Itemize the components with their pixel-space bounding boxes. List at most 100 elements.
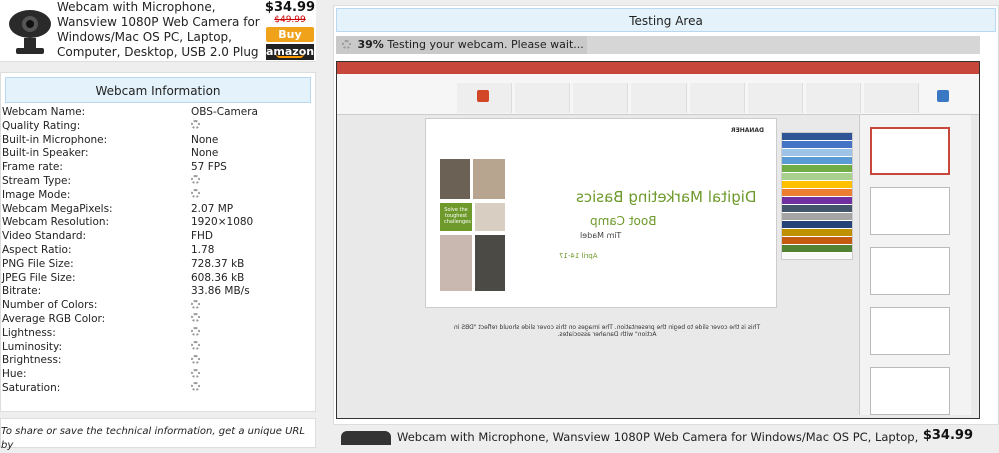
loading-icon — [191, 368, 200, 378]
info-label: Webcam Resolution: — [2, 216, 110, 229]
loading-icon — [191, 354, 200, 364]
info-row: Webcam MegaPixels: 2.07 MP — [1, 203, 317, 217]
ad-product-title[interactable]: Webcam with Microphone, Wansview 1080P W… — [57, 0, 262, 61]
product-ad[interactable]: Webcam with Microphone, Wansview 1080P W… — [0, 0, 316, 62]
info-row: Saturation: — [1, 382, 317, 396]
slide-title: Digital Marketing Basics — [575, 188, 756, 206]
slide-photo — [475, 235, 505, 291]
bottom-ad-title[interactable]: Webcam with Microphone, Wansview 1080P W… — [397, 430, 918, 444]
info-row: Aspect Ratio: 1.78 — [1, 244, 317, 258]
info-value — [191, 327, 200, 341]
slide-green-box: Solve the toughest challenges — [440, 203, 472, 231]
info-value: OBS-Camera — [191, 106, 258, 118]
info-row: JPEG File Size: 608.36 kB — [1, 272, 317, 286]
info-label: Video Standard: — [2, 230, 87, 243]
slide-subtitle: Boot Camp — [589, 214, 656, 228]
info-value — [191, 175, 200, 189]
slide-thumbnail — [870, 247, 950, 295]
info-value — [191, 313, 200, 327]
info-row: Luminosity: — [1, 341, 317, 355]
info-label: Quality Rating: — [2, 119, 81, 132]
info-label: Number of Colors: — [2, 299, 98, 312]
preview-ribbon — [337, 74, 979, 115]
loading-icon — [191, 120, 200, 130]
info-row: Average RGB Color: — [1, 313, 317, 327]
ad-price-box: $34.99 $49.99 Buy amazon — [264, 0, 316, 60]
info-row: Built-in Speaker: None — [1, 147, 317, 161]
loading-icon — [191, 189, 200, 199]
info-label: Aspect Ratio: — [2, 243, 72, 256]
info-label: Lightness: — [2, 326, 56, 339]
info-label: Hue: — [2, 368, 27, 381]
bottom-ad-price: $34.99 — [922, 428, 973, 443]
preview-slide: DANAHER Solve the toughest challenges Di… — [425, 118, 777, 308]
slide-photo — [440, 235, 472, 291]
info-row: Frame rate: 57 FPS — [1, 161, 317, 175]
info-row: PNG File Size: 728.37 kB — [1, 258, 317, 272]
info-value — [191, 341, 200, 355]
slide-thumbnail — [870, 127, 950, 175]
preview-window-titlebar — [337, 62, 979, 74]
info-value — [191, 354, 200, 368]
info-row: Video Standard: FHD — [1, 230, 317, 244]
info-row: Built-in Microphone: None — [1, 134, 317, 148]
left-column: Webcam with Microphone, Wansview 1080P W… — [0, 0, 316, 451]
info-row: Brightness: — [1, 354, 317, 368]
info-value: None — [191, 133, 219, 146]
info-label: Frame rate: — [2, 161, 63, 174]
info-value: 1920×1080 — [191, 216, 254, 229]
info-label: PNG File Size: — [2, 257, 74, 270]
loading-icon — [191, 175, 200, 185]
info-row: Bitrate: 33.86 MB/s — [1, 285, 317, 299]
loading-icon — [191, 313, 200, 323]
slide-photo — [473, 159, 505, 199]
loading-icon — [191, 299, 200, 309]
progress-status: Testing your webcam. Please wait... — [387, 38, 584, 51]
slide-date: April 14-17 — [559, 252, 598, 260]
webcam-preview: DANAHER Solve the toughest challenges Di… — [336, 61, 980, 419]
info-label: Image Mode: — [2, 188, 71, 201]
slide-photo — [440, 159, 470, 199]
info-value: FHD — [191, 230, 214, 243]
info-value: 33.86 MB/s — [191, 285, 250, 298]
info-label: Average RGB Color: — [2, 312, 106, 325]
info-label: Built-in Microphone: — [2, 133, 108, 146]
buy-button[interactable]: Buy — [266, 27, 314, 42]
info-row: Image Mode: — [1, 189, 317, 203]
info-label: Stream Type: — [2, 174, 71, 187]
webcam-info-table: Webcam Name: OBS-Camera Quality Rating: Bui… — [1, 106, 317, 396]
info-value: 728.37 kB — [191, 257, 245, 270]
progress-bar: 39% Testing your webcam. Please wait... — [336, 36, 980, 54]
info-label: JPEG File Size: — [2, 271, 76, 284]
loading-icon — [342, 39, 351, 49]
info-value — [191, 299, 200, 313]
info-row: Hue: — [1, 368, 317, 382]
office-icon — [477, 90, 489, 102]
slide-thumbnail — [870, 367, 950, 415]
ribbon-groups — [457, 83, 919, 113]
info-value: 57 FPS — [191, 161, 227, 174]
info-value — [191, 120, 200, 134]
progress-percent: 39% — [357, 38, 384, 51]
info-label: Built-in Speaker: — [2, 147, 89, 160]
logo-text: DANAHER — [730, 127, 764, 134]
loading-icon — [191, 327, 200, 337]
share-note: To share or save the technical informati… — [0, 418, 316, 451]
slide-thumbnails — [859, 115, 971, 415]
webcam-info-panel: Webcam Information Webcam Name: OBS-Camer… — [0, 72, 316, 412]
testing-panel: Testing Area 39% Testing your webcam. Pl… — [333, 5, 999, 425]
slide-thumbnail — [870, 307, 950, 355]
info-row: Number of Colors: — [1, 299, 317, 313]
info-label: Webcam MegaPixels: — [2, 202, 113, 215]
right-column: Testing Area 39% Testing your webcam. Pl… — [333, 0, 999, 445]
info-label: Saturation: — [2, 381, 61, 394]
info-row: Stream Type: — [1, 175, 317, 189]
ad-price: $34.99 — [264, 0, 316, 15]
bottom-product-ad[interactable]: Webcam with Microphone, Wansview 1080P W… — [333, 425, 999, 445]
danaher-logo: DANAHER — [731, 127, 764, 134]
info-value — [191, 368, 200, 382]
webcam-info-title: Webcam Information — [5, 77, 311, 103]
ad-old-price: $49.99 — [274, 15, 306, 25]
info-label: Bitrate: — [2, 285, 42, 298]
amazon-logo[interactable]: amazon — [266, 44, 314, 60]
